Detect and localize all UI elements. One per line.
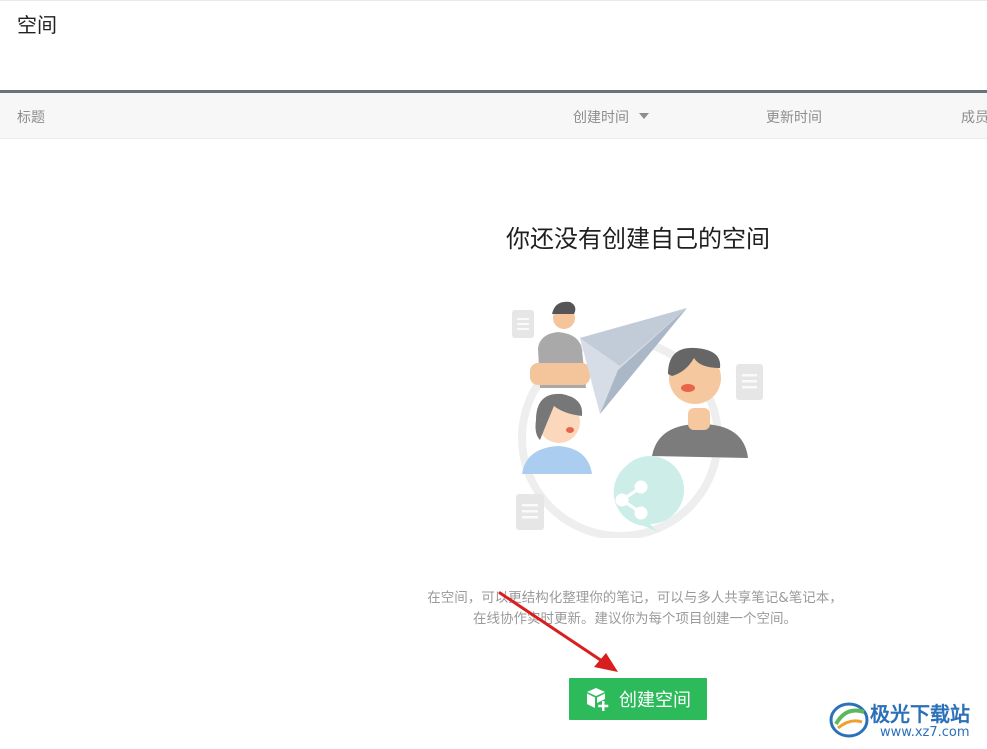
column-header-updated-time[interactable]: 更新时间	[766, 107, 822, 127]
column-header-members[interactable]: 成员	[961, 107, 987, 127]
document-icon-right	[736, 364, 763, 400]
sort-caret-down-icon[interactable]	[639, 113, 649, 119]
aurora-logo-icon	[829, 702, 869, 738]
watermark-url: www.xz7.com	[880, 725, 970, 740]
create-space-label: 创建空间	[619, 690, 691, 711]
create-space-button[interactable]: 创建空间	[569, 678, 707, 720]
red-annotation-arrow	[498, 591, 618, 672]
page-title: 空间	[17, 13, 57, 37]
watermark-name: 极光下载站	[870, 702, 970, 726]
column-header-created-time-label: 创建时间	[573, 110, 629, 126]
table-header: 标题 创建时间 更新时间 成员	[0, 93, 987, 139]
document-icon-bottom-left	[516, 494, 544, 530]
people-collaboration-illustration	[512, 301, 763, 538]
cube-add-icon	[587, 688, 609, 711]
empty-state-title: 你还没有创建自己的空间	[506, 225, 770, 253]
page-header: 空间	[0, 0, 987, 90]
column-header-title[interactable]: 标题	[17, 107, 45, 127]
watermark: 极光下载站 www.xz7.com	[828, 696, 983, 746]
document-icon-top-left	[512, 310, 534, 338]
column-header-created-time[interactable]: 创建时间	[573, 107, 649, 127]
